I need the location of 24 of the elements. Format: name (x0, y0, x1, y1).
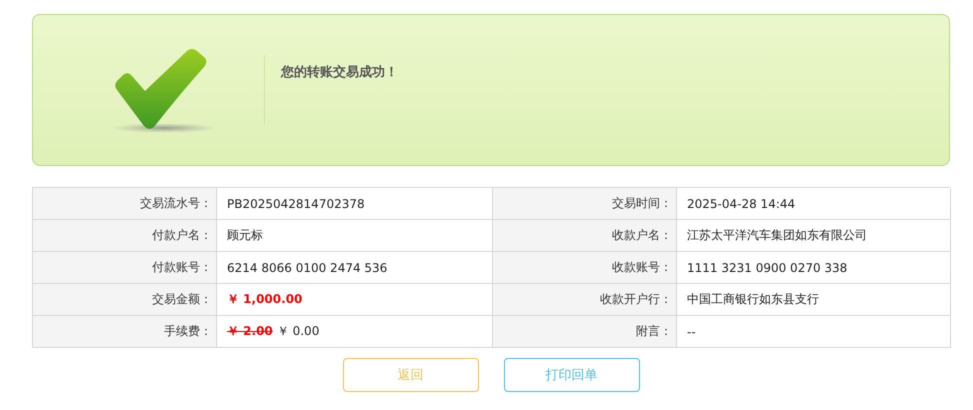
label-cell: 交易金额： (33, 284, 217, 316)
label-cell: 收款开户行： (493, 284, 677, 316)
back-button[interactable]: 返回 (342, 358, 478, 392)
value-cell: 2025-04-28 14:44 (677, 188, 951, 220)
value-cell: 6214 8066 0100 2474 536 (217, 252, 493, 284)
label-cell: 交易流水号： (33, 188, 217, 220)
success-message: 您的转账交易成功！ (280, 64, 398, 82)
print-button[interactable]: 打印回单 (504, 358, 640, 392)
value-cell: -- (677, 316, 951, 348)
label-cell: 付款账号： (33, 252, 217, 284)
value-cell: 中国工商银行如东县支行 (677, 284, 951, 316)
value-cell: 顾元标 (217, 220, 493, 252)
value-cell: 江苏太平洋汽车集团如东有限公司 (677, 220, 951, 252)
label-cell: 交易时间： (493, 188, 677, 220)
amount-cell: ￥ 1,000.00 (217, 284, 493, 316)
value-cell: 1111 3231 0900 0270 338 (677, 252, 951, 284)
label-cell: 收款户名： (493, 220, 677, 252)
actual-fee: ￥ 0.00 (276, 323, 320, 340)
label-cell: 手续费： (33, 316, 217, 348)
label-cell: 附言： (493, 316, 677, 348)
label-cell: 付款户名： (33, 220, 217, 252)
value-cell: PB2025042814702378 (217, 188, 493, 220)
original-fee: ￥ 2.00 (227, 323, 273, 340)
label-cell: 收款账号： (493, 252, 677, 284)
